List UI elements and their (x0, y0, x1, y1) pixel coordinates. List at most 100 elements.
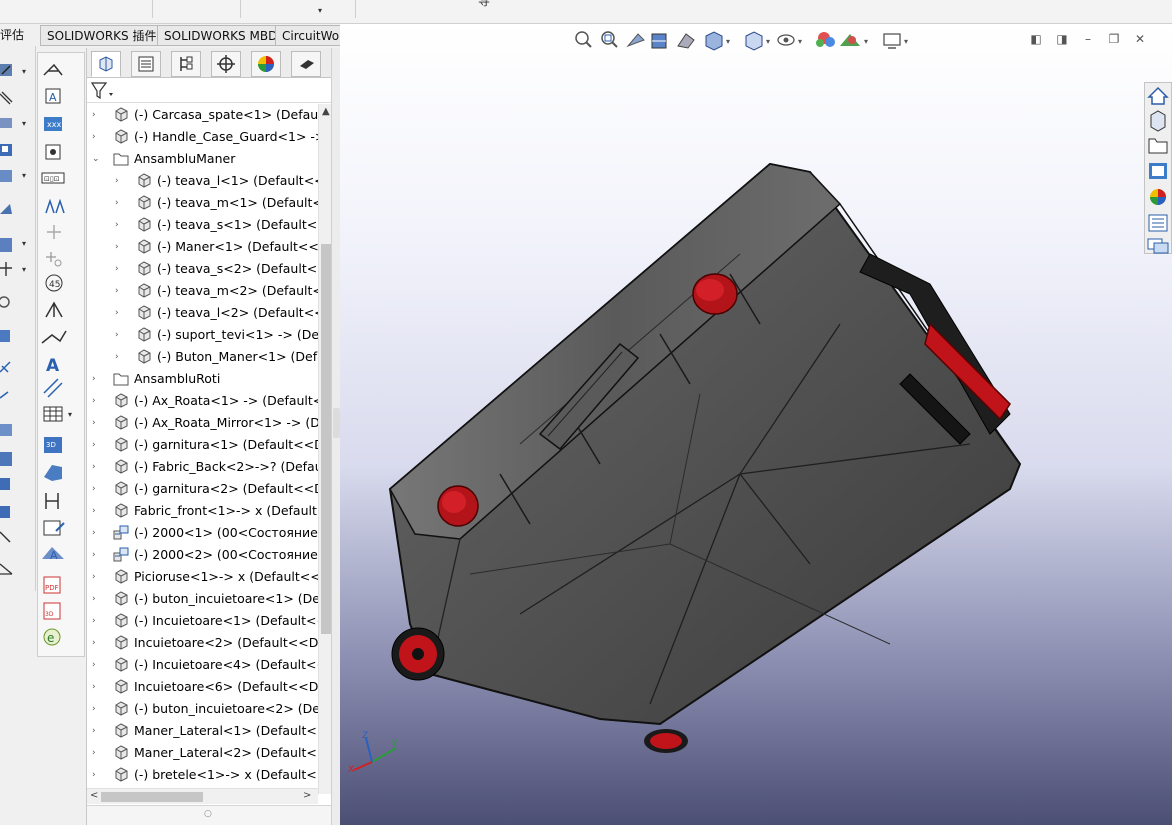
expand-arrow-icon[interactable]: › (115, 197, 123, 209)
displaymanager-icon[interactable] (251, 51, 281, 77)
smart-dimension-icon[interactable] (43, 63, 63, 76)
collapse-arrow-icon[interactable]: ⌄ (92, 153, 100, 165)
datum-feature-icon[interactable] (45, 198, 65, 214)
tree-item[interactable]: › Maner_Lateral<2> (Default<<D (87, 742, 318, 764)
surface-finish-icon[interactable]: ⊡▯⊡ (41, 172, 65, 184)
tool-icon[interactable] (0, 330, 10, 342)
expand-arrow-icon[interactable]: › (92, 725, 100, 737)
view-settings-icon[interactable] (883, 33, 901, 49)
dropdown-arrow-icon[interactable]: ▾ (766, 37, 770, 46)
publish-pdf-icon[interactable]: PDF (43, 576, 61, 594)
expand-arrow-icon[interactable]: › (92, 131, 100, 143)
hide-show-items-icon[interactable] (777, 34, 795, 46)
capture-3d-view-icon[interactable]: 3D (44, 437, 62, 453)
datum-target-icon[interactable] (47, 225, 61, 239)
tool-icon[interactable] (0, 361, 11, 373)
configurationmanager-icon[interactable] (171, 51, 201, 77)
expand-arrow-icon[interactable]: › (115, 351, 123, 363)
tree-item[interactable]: › (-) teava_l<1> (Default<<De (87, 170, 318, 192)
tab-solidworks-mbd[interactable]: SOLIDWORKS MBD (157, 25, 285, 46)
tolstack-icon[interactable] (43, 520, 65, 536)
tool-icon[interactable] (0, 238, 12, 252)
tree-item[interactable]: › (-) 2000<1> (00<Состояние от (87, 522, 318, 544)
geometric-tolerance-icon[interactable]: 45 (45, 274, 63, 292)
tree-item[interactable]: › (-) Ax_Roata<1> -> (Default<< (87, 390, 318, 412)
tree-item[interactable]: › (-) Incuietoare<1> (Default<<D (87, 610, 318, 632)
tab-evaluate[interactable]: 评估 (0, 25, 24, 46)
view-orientation-icon[interactable] (705, 31, 723, 51)
dropdown-arrow-icon[interactable]: ▾ (904, 37, 908, 46)
tree-item[interactable]: › Fabric_front<1>-> x (Default<< (87, 500, 318, 522)
tile-right-icon[interactable]: ◨ (1054, 32, 1070, 48)
tree-item[interactable]: › (-) teava_l<2> (Default<<De (87, 302, 318, 324)
filter-icon[interactable] (87, 79, 117, 103)
expand-arrow-icon[interactable]: › (115, 329, 123, 341)
expand-arrow-icon[interactable]: › (92, 417, 100, 429)
propertymanager-icon[interactable] (131, 51, 161, 77)
tool-icon[interactable] (0, 531, 11, 543)
dropdown-arrow-icon[interactable]: ▾ (798, 37, 802, 46)
restore-icon[interactable]: ❐ (1106, 32, 1122, 48)
3d-view-icon[interactable] (44, 465, 62, 481)
apply-scene-icon[interactable] (840, 34, 860, 46)
dimxpertmanager-icon[interactable] (211, 51, 241, 77)
expand-arrow-icon[interactable]: › (92, 681, 100, 693)
tile-left-icon[interactable]: ◧ (1028, 32, 1044, 48)
tab-solidworks-addins[interactable]: SOLIDWORKS 插件 (40, 25, 164, 46)
centerline-icon[interactable] (41, 330, 67, 344)
expand-arrow-icon[interactable]: › (92, 593, 100, 605)
file-explorer-icon[interactable] (1148, 138, 1168, 154)
tool-icon[interactable] (0, 144, 12, 156)
3d-model-case[interactable] (370, 144, 1070, 784)
tree-item[interactable]: › (-) buton_incuietoare<2> (Defa (87, 698, 318, 720)
forum-icon[interactable] (1147, 238, 1169, 254)
tree-item[interactable]: › (-) Maner<1> (Default<<De (87, 236, 318, 258)
tool-icon[interactable] (0, 64, 12, 76)
expand-arrow-icon[interactable]: › (92, 637, 100, 649)
horizontal-scroll-thumb[interactable] (101, 792, 203, 802)
tree-item[interactable]: › (-) Ax_Roata_Mirror<1> -> (Def (87, 412, 318, 434)
center-mark-icon[interactable] (45, 301, 63, 318)
featuremanager-tree-icon[interactable] (91, 51, 121, 77)
close-icon[interactable]: ✕ (1132, 32, 1148, 48)
tree-item[interactable]: › AnsambluRoti (87, 368, 318, 390)
expand-arrow-icon[interactable]: › (92, 461, 100, 473)
expand-arrow-icon[interactable]: › (92, 769, 100, 781)
tree-item[interactable]: › Picioruse<1>-> x (Default<<De (87, 566, 318, 588)
vertical-scroll-thumb[interactable] (321, 244, 331, 634)
expand-arrow-icon[interactable]: › (92, 659, 100, 671)
expand-arrow-icon[interactable]: › (92, 373, 100, 385)
tree-item[interactable]: › Incuietoare<6> (Default<<Defa (87, 676, 318, 698)
tool-icon[interactable] (0, 452, 12, 466)
expand-arrow-icon[interactable]: › (115, 175, 123, 187)
expand-arrow-icon[interactable]: › (92, 395, 100, 407)
expand-arrow-icon[interactable]: › (115, 241, 123, 253)
tool-icon[interactable] (0, 506, 10, 518)
area-hatch-icon[interactable] (43, 378, 63, 398)
expand-arrow-icon[interactable]: › (92, 109, 100, 121)
tree-item[interactable]: › (-) teava_m<2> (Default<<D (87, 280, 318, 302)
tool-icon[interactable] (0, 204, 12, 214)
panel-splitter[interactable] (331, 48, 340, 825)
view-palette-icon[interactable] (1149, 163, 1167, 179)
text-icon[interactable]: A (46, 356, 60, 376)
display-style-icon[interactable] (745, 31, 763, 51)
expand-arrow-icon[interactable]: › (115, 285, 123, 297)
dropdown-arrow-icon[interactable]: ▾ (22, 119, 26, 128)
tree-item[interactable]: › (-) garnitura<1> (Default<<Def (87, 434, 318, 456)
dropdown-arrow-icon[interactable]: ▾ (22, 67, 26, 76)
dropdown-arrow-icon[interactable]: ▾ (864, 37, 868, 46)
scroll-left-arrow[interactable]: < (90, 790, 98, 801)
zoom-to-fit-icon[interactable] (575, 31, 592, 48)
tool-icon[interactable] (0, 118, 12, 128)
tool-icon[interactable] (0, 170, 12, 182)
graphics-area[interactable]: ▾ ▾ ▾ ▾ ▾ ◧ ◨ – ❐ ✕ Y Z X (340, 24, 1172, 825)
note-icon[interactable]: A (45, 88, 61, 104)
tool-icon[interactable] (0, 424, 12, 436)
expand-arrow-icon[interactable]: › (115, 219, 123, 231)
tree-vertical-scrollbar[interactable]: ▲ (318, 104, 332, 794)
edrawings-icon[interactable]: e (43, 628, 61, 646)
section-view-icon[interactable] (651, 33, 667, 49)
balloon-icon[interactable]: xxx (44, 117, 62, 131)
home-icon[interactable] (1147, 86, 1169, 105)
